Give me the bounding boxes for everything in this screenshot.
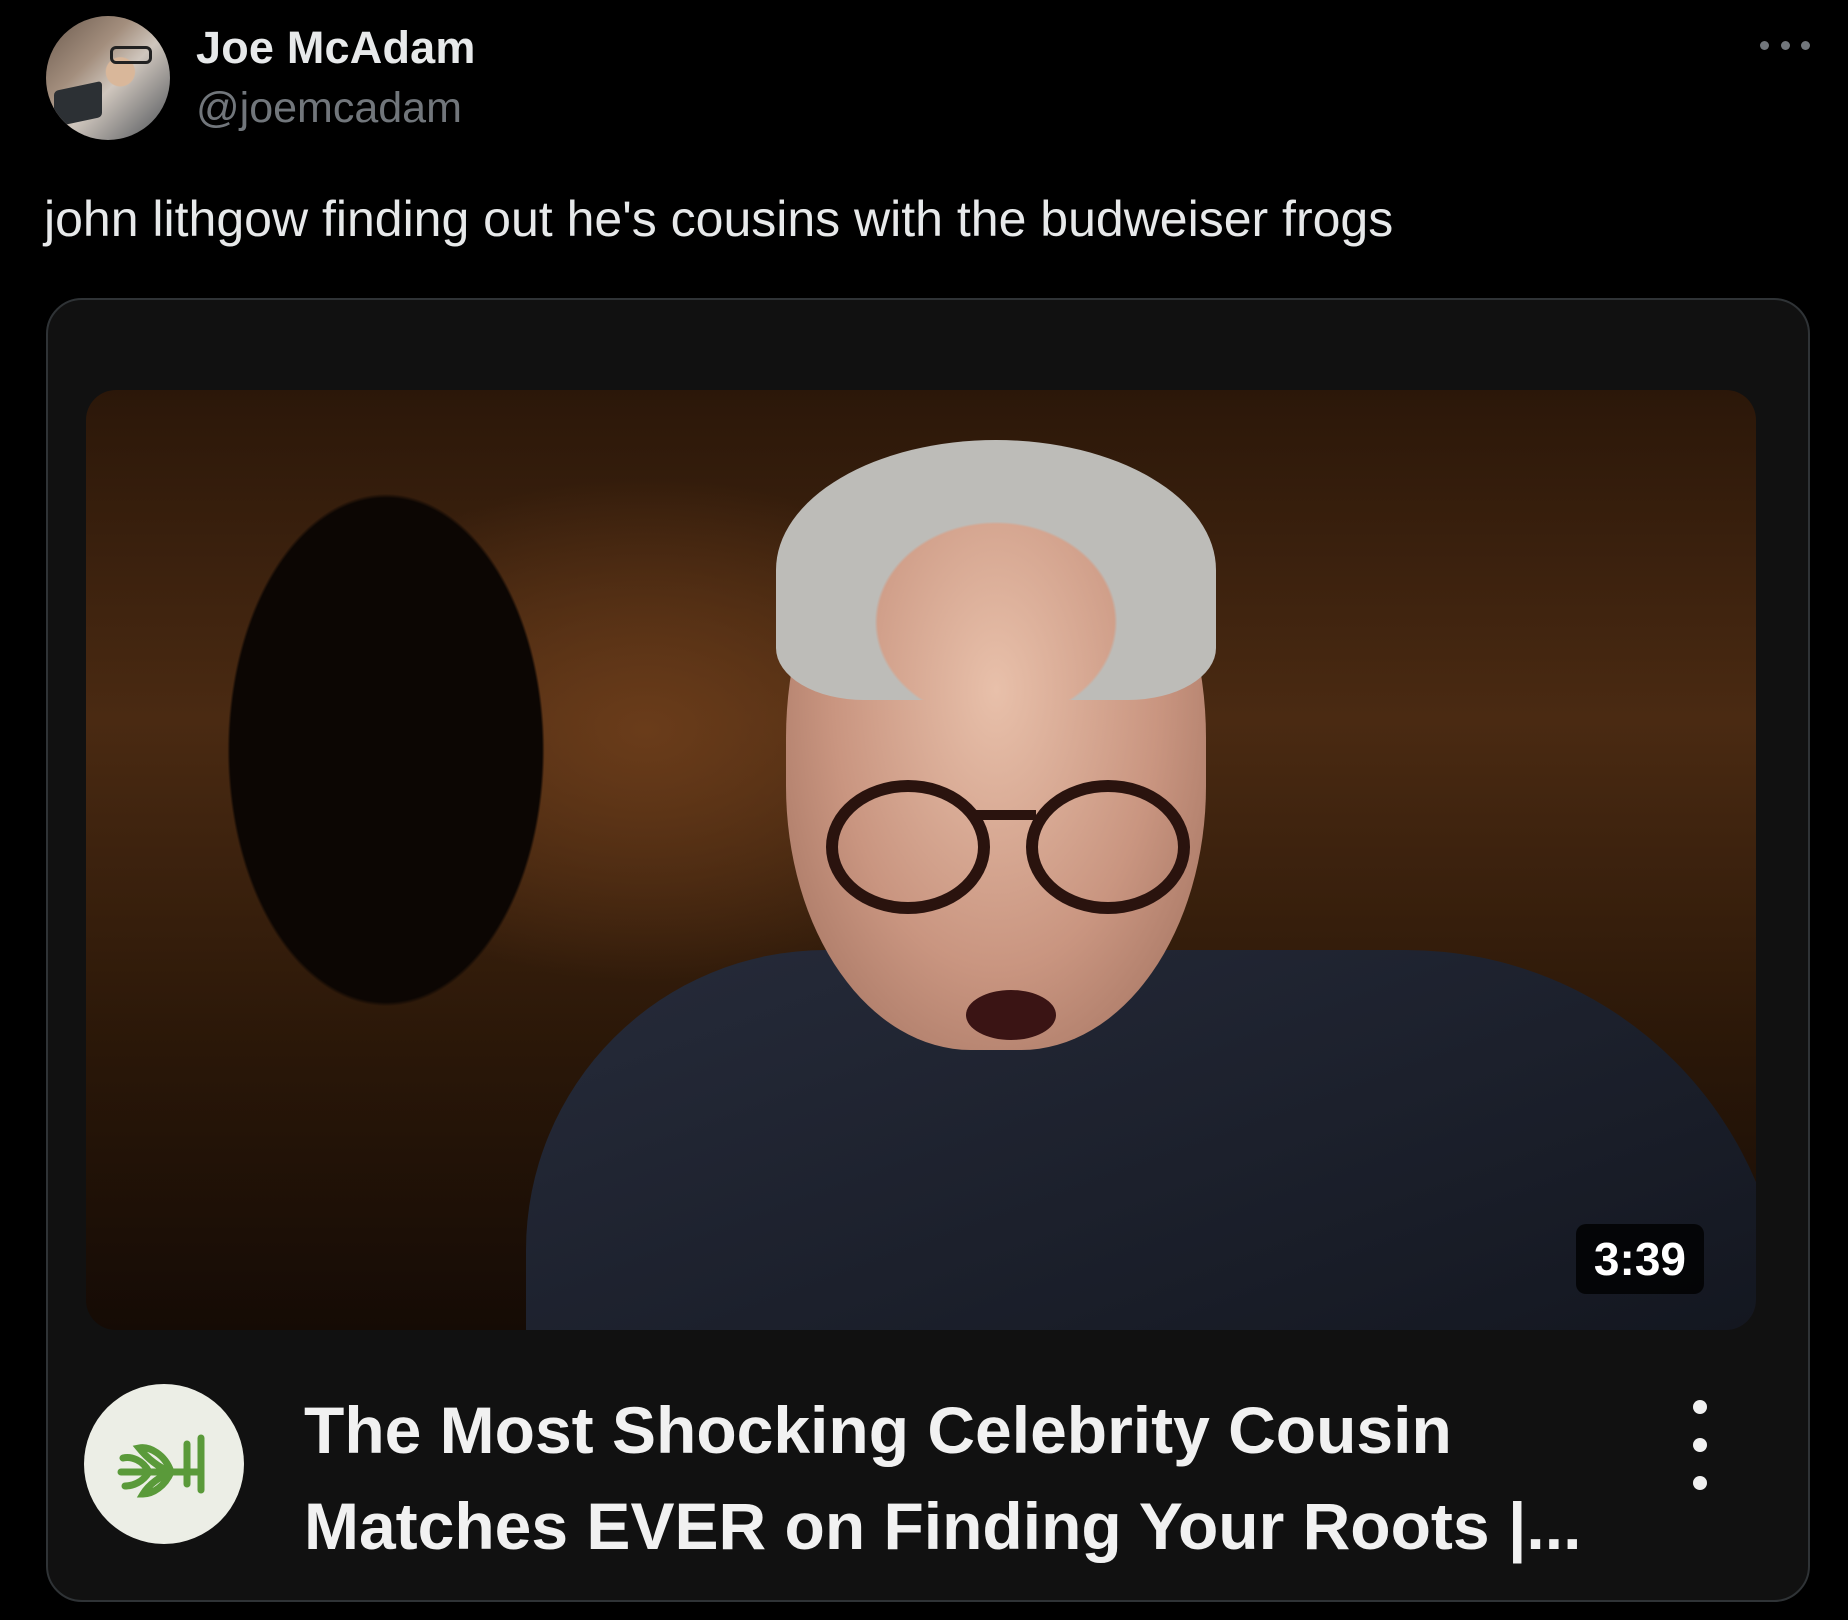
thumbnail-glasses-bridge: [976, 810, 1036, 820]
video-card[interactable]: 3:39 The Most Shocking Celebrity Cousin …: [46, 298, 1810, 1602]
thumbnail-person-body: [526, 950, 1756, 1330]
author-avatar[interactable]: [46, 16, 170, 140]
tweet-text: john lithgow finding out he's cousins wi…: [44, 191, 1394, 247]
video-thumbnail[interactable]: 3:39: [86, 390, 1756, 1330]
avatar-glasses: [110, 46, 152, 64]
video-title-line-1: The Most Shocking Celebrity Cousin: [304, 1393, 1452, 1467]
video-title-line-2: Matches EVER on Finding Your Roots |...: [304, 1489, 1582, 1563]
avatar-laptop: [54, 80, 102, 128]
thumbnail-mouth: [966, 990, 1056, 1040]
thumbnail-glasses-right: [1026, 780, 1190, 914]
video-title[interactable]: The Most Shocking Celebrity Cousin Match…: [304, 1382, 1604, 1574]
video-duration-badge: 3:39: [1575, 1224, 1704, 1294]
more-horizontal-icon[interactable]: [1760, 28, 1810, 62]
more-vertical-icon[interactable]: [1688, 1400, 1712, 1490]
channel-logo[interactable]: [84, 1384, 244, 1544]
author-display-name[interactable]: Joe McAdam: [196, 22, 476, 74]
thumbnail-glasses-left: [826, 780, 990, 914]
thumbnail-person-hair: [776, 440, 1216, 700]
author-handle[interactable]: @joemcadam: [196, 84, 462, 133]
sprout-icon: [117, 1434, 205, 1498]
